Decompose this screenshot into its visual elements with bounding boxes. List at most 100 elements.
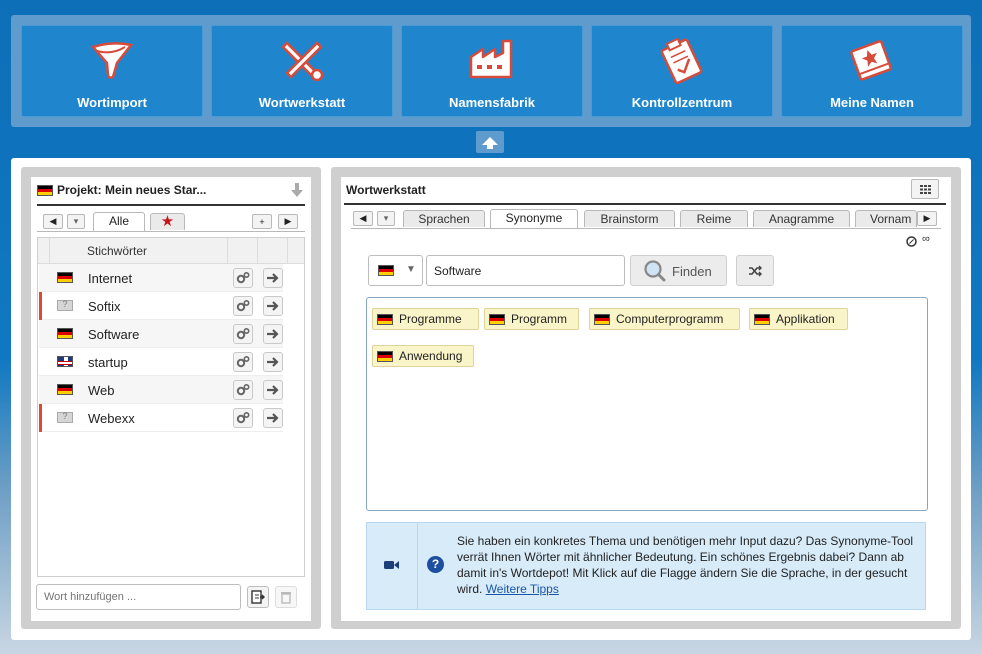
import-icon <box>251 590 265 604</box>
tabs-scroll-left-button[interactable]: ◀ <box>353 211 373 226</box>
header-divider <box>227 238 228 264</box>
download-icon[interactable] <box>291 182 303 198</box>
caret-right-icon: ▶ <box>284 216 292 226</box>
tabs-dropdown-button[interactable]: ▾ <box>67 214 85 229</box>
factory-icon <box>402 32 582 88</box>
flag-de-icon[interactable] <box>377 314 393 325</box>
tab-favorites[interactable]: ★ <box>150 213 185 230</box>
tab-synonyme[interactable]: Synonyme <box>490 209 578 228</box>
flag-de-icon[interactable] <box>377 351 393 362</box>
flag-de-icon[interactable] <box>594 314 610 325</box>
flag-de-icon[interactable] <box>57 272 73 283</box>
tools-dropdown-button[interactable]: ▾ <box>377 211 395 226</box>
compass-icon[interactable] <box>906 235 917 247</box>
flag-de-icon[interactable] <box>57 384 73 395</box>
help-icon[interactable]: ? <box>427 556 444 573</box>
keyword-text: startup <box>88 355 128 370</box>
arrow-right-icon[interactable] <box>263 380 283 400</box>
tab-vornamen[interactable]: Vornam <box>855 210 917 227</box>
table-row[interactable]: startup <box>39 348 283 376</box>
result-word: Computerprogramm <box>616 312 724 326</box>
header-divider <box>287 238 288 264</box>
flag-de-icon[interactable] <box>57 328 73 339</box>
table-row[interactable]: Webexx <box>39 404 283 432</box>
result-chip[interactable]: Computerprogramm <box>589 308 740 330</box>
gears-icon[interactable] <box>233 324 253 344</box>
gears-icon[interactable] <box>233 296 253 316</box>
keyword-text: Web <box>88 383 115 398</box>
find-button[interactable]: Finden <box>630 255 727 286</box>
gears-icon[interactable] <box>233 408 253 428</box>
arrow-right-icon[interactable] <box>263 324 283 344</box>
arrow-right-icon[interactable] <box>263 352 283 372</box>
flag-unknown-icon[interactable] <box>57 299 73 311</box>
tabs-baseline <box>37 231 305 232</box>
add-tab-button[interactable]: + <box>252 214 272 229</box>
language-select[interactable]: ▼ <box>368 255 423 286</box>
delete-button[interactable] <box>275 586 297 608</box>
flag-de-icon[interactable] <box>489 314 505 325</box>
tools-icon <box>212 32 392 88</box>
tabs-scroll-right-button[interactable]: ▶ <box>917 211 937 226</box>
collapse-nav-button[interactable] <box>476 131 504 153</box>
unverified-marker <box>39 404 42 432</box>
nav-tile-kontrollzentrum[interactable]: Kontrollzentrum <box>591 25 773 117</box>
chevron-down-icon: ▼ <box>406 264 416 275</box>
nav-tile-meine-namen[interactable]: Meine Namen <box>781 25 963 117</box>
video-icon[interactable] <box>384 559 400 571</box>
star-book-icon <box>782 32 962 88</box>
add-word-input[interactable] <box>36 584 241 610</box>
trash-icon <box>281 592 291 604</box>
project-title: Projekt: Mein neues Star... <box>57 183 207 197</box>
shuffle-icon <box>749 265 762 276</box>
table-row[interactable]: Web <box>39 376 283 404</box>
header-divider <box>257 238 258 264</box>
tab-anagramme[interactable]: Anagramme <box>753 210 850 227</box>
result-word: Applikation <box>776 312 835 326</box>
arrow-right-icon[interactable] <box>263 408 283 428</box>
result-chip[interactable]: Programm <box>484 308 579 330</box>
table-row[interactable]: Software <box>39 320 283 348</box>
magnifier-icon <box>644 260 666 282</box>
shuffle-button[interactable] <box>736 255 774 286</box>
clipboard-check-icon <box>592 32 772 88</box>
gears-icon[interactable] <box>233 380 253 400</box>
star-icon: ★ <box>160 213 175 230</box>
flag-unknown-icon[interactable] <box>57 411 73 423</box>
gears-icon[interactable] <box>233 352 253 372</box>
table-row[interactable]: Softix <box>39 292 283 320</box>
nav-tile-namensfabrik[interactable]: Namensfabrik <box>401 25 583 117</box>
tab-alle[interactable]: Alle <box>93 212 145 231</box>
more-tips-link[interactable]: Weitere Tipps <box>486 582 559 596</box>
scroll-left-button[interactable]: ◀ <box>43 214 63 229</box>
tabs-baseline <box>351 228 941 229</box>
tab-brainstorm[interactable]: Brainstorm <box>584 210 675 227</box>
nav-tile-label: Meine Namen <box>830 95 914 110</box>
keyword-text: Internet <box>88 271 133 286</box>
nav-tile-wortimport[interactable]: Wortimport <box>21 25 203 117</box>
flag-uk-icon[interactable] <box>57 356 73 367</box>
search-input[interactable] <box>426 255 625 286</box>
result-chip[interactable]: Anwendung <box>372 345 474 367</box>
tab-sprachen[interactable]: Sprachen <box>403 210 485 227</box>
grid-view-button[interactable] <box>911 179 939 199</box>
arrow-right-icon[interactable] <box>263 296 283 316</box>
result-chip[interactable]: Programme <box>372 308 479 330</box>
table-row[interactable]: Internet <box>39 264 283 292</box>
nav-tile-wortwerkstatt[interactable]: Wortwerkstatt <box>211 25 393 117</box>
result-chip[interactable]: Applikation <box>749 308 848 330</box>
import-words-button[interactable] <box>247 586 269 608</box>
project-language-flag[interactable] <box>37 185 53 196</box>
gears-icon[interactable] <box>233 268 253 288</box>
funnel-icon <box>22 32 202 88</box>
limit-indicator[interactable]: ∞ <box>922 233 930 245</box>
flag-de-icon[interactable] <box>754 314 770 325</box>
nav-tile-label: Wortwerkstatt <box>258 95 346 110</box>
caret-left-icon: ◀ <box>359 213 367 223</box>
caret-right-icon: ▶ <box>923 213 931 223</box>
tab-reime[interactable]: Reime <box>680 210 748 227</box>
main-nav-bar: Wortimport Wortwerkstatt Namensfabrik Ko… <box>11 15 971 127</box>
scroll-right-button[interactable]: ▶ <box>278 214 298 229</box>
grid-icon <box>919 184 931 194</box>
arrow-right-icon[interactable] <box>263 268 283 288</box>
